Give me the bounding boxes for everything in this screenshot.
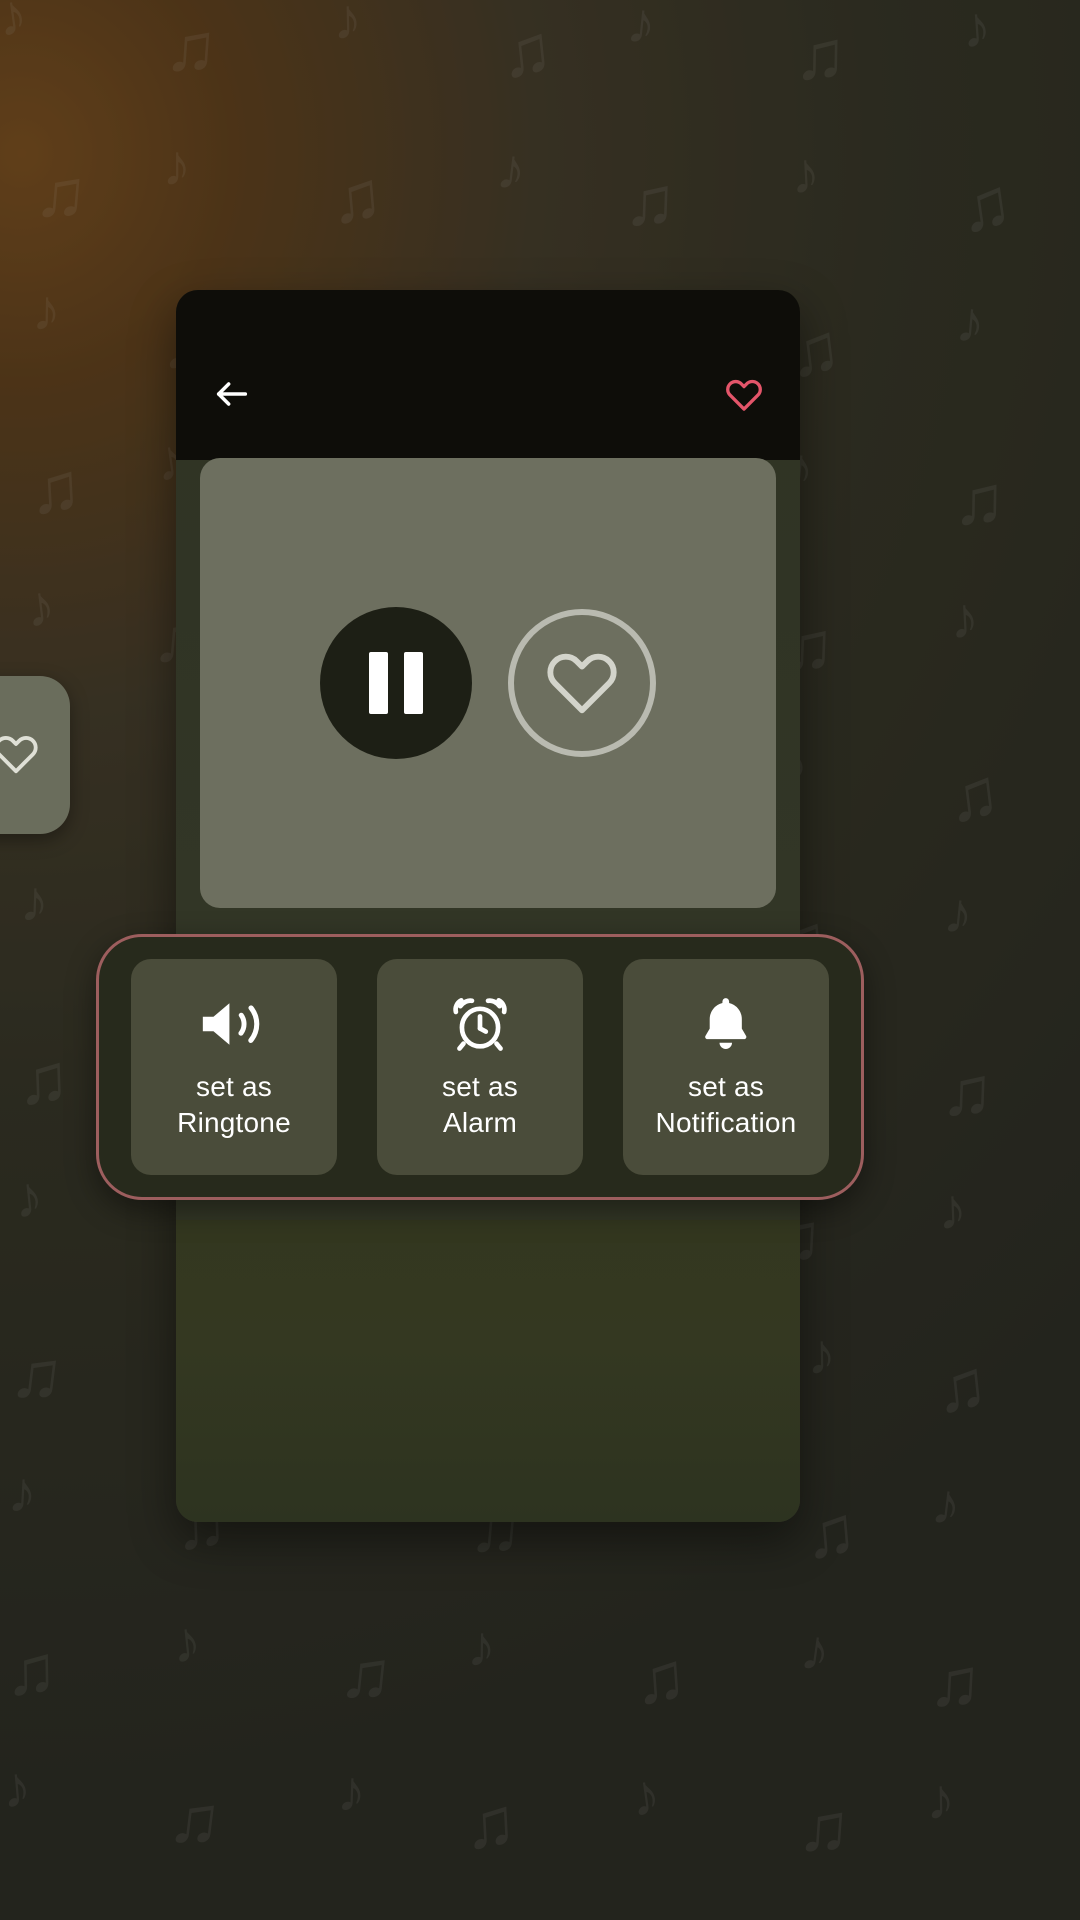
sheet-lower-body [176, 1220, 800, 1522]
bell-icon [699, 993, 753, 1055]
action-label: set as Alarm [442, 1071, 518, 1138]
artwork-player-panel [200, 458, 776, 908]
header-row [176, 360, 800, 432]
back-button[interactable] [206, 370, 258, 422]
pause-button[interactable] [320, 607, 472, 759]
arrow-left-icon [212, 374, 252, 419]
pause-icon-bar-right [404, 652, 423, 714]
action-label: set as Ringtone [177, 1071, 291, 1138]
heart-outline-icon [0, 730, 39, 781]
favorite-button[interactable] [718, 370, 770, 422]
set-as-alarm-button[interactable]: set as Alarm [377, 959, 583, 1175]
speaker-volume-icon [198, 993, 271, 1055]
pause-icon-bar-left [369, 652, 388, 714]
action-label: set as Notification [655, 1071, 797, 1138]
set-as-notification-button[interactable]: set as Notification [623, 959, 829, 1175]
favorite-card-peek[interactable] [0, 676, 70, 834]
set-as-ringtone-button[interactable]: set as Ringtone [131, 959, 337, 1175]
heart-outline-icon [542, 644, 622, 723]
alarm-clock-icon [451, 993, 509, 1055]
set-as-actions-bar: set as Ringtone set as Alarm set as Noti… [96, 934, 864, 1200]
music-player-sheet [176, 290, 800, 1522]
heart-outline-icon [724, 375, 764, 418]
like-button[interactable] [508, 609, 656, 757]
